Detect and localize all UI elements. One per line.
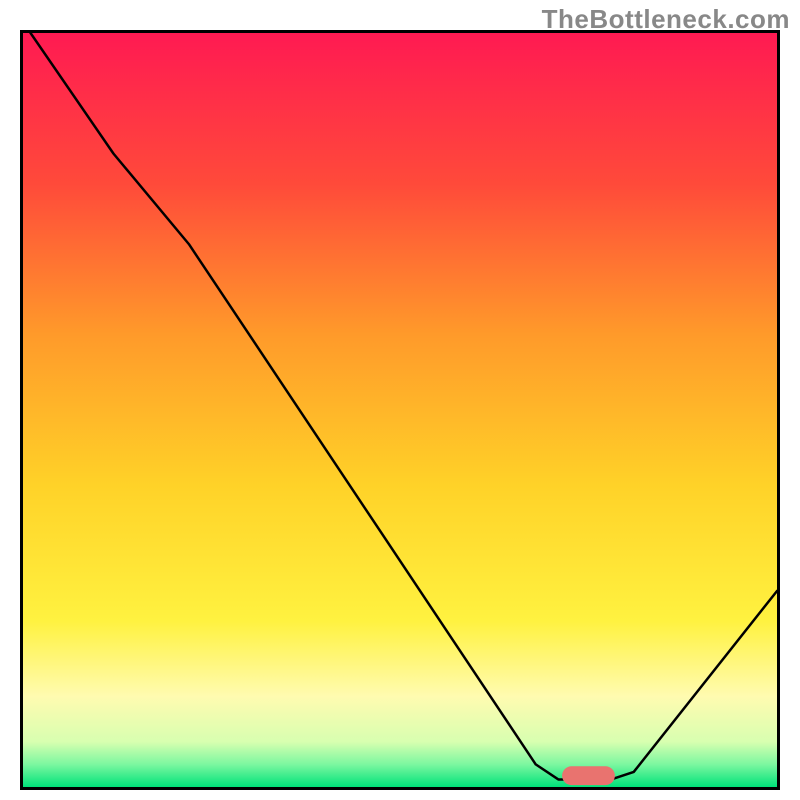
min-marker xyxy=(562,766,615,785)
markers-group xyxy=(562,766,615,785)
plot-svg xyxy=(23,33,777,787)
plot-frame xyxy=(20,30,780,790)
chart-container: TheBottleneck.com xyxy=(0,0,800,800)
gradient-background xyxy=(23,33,777,787)
